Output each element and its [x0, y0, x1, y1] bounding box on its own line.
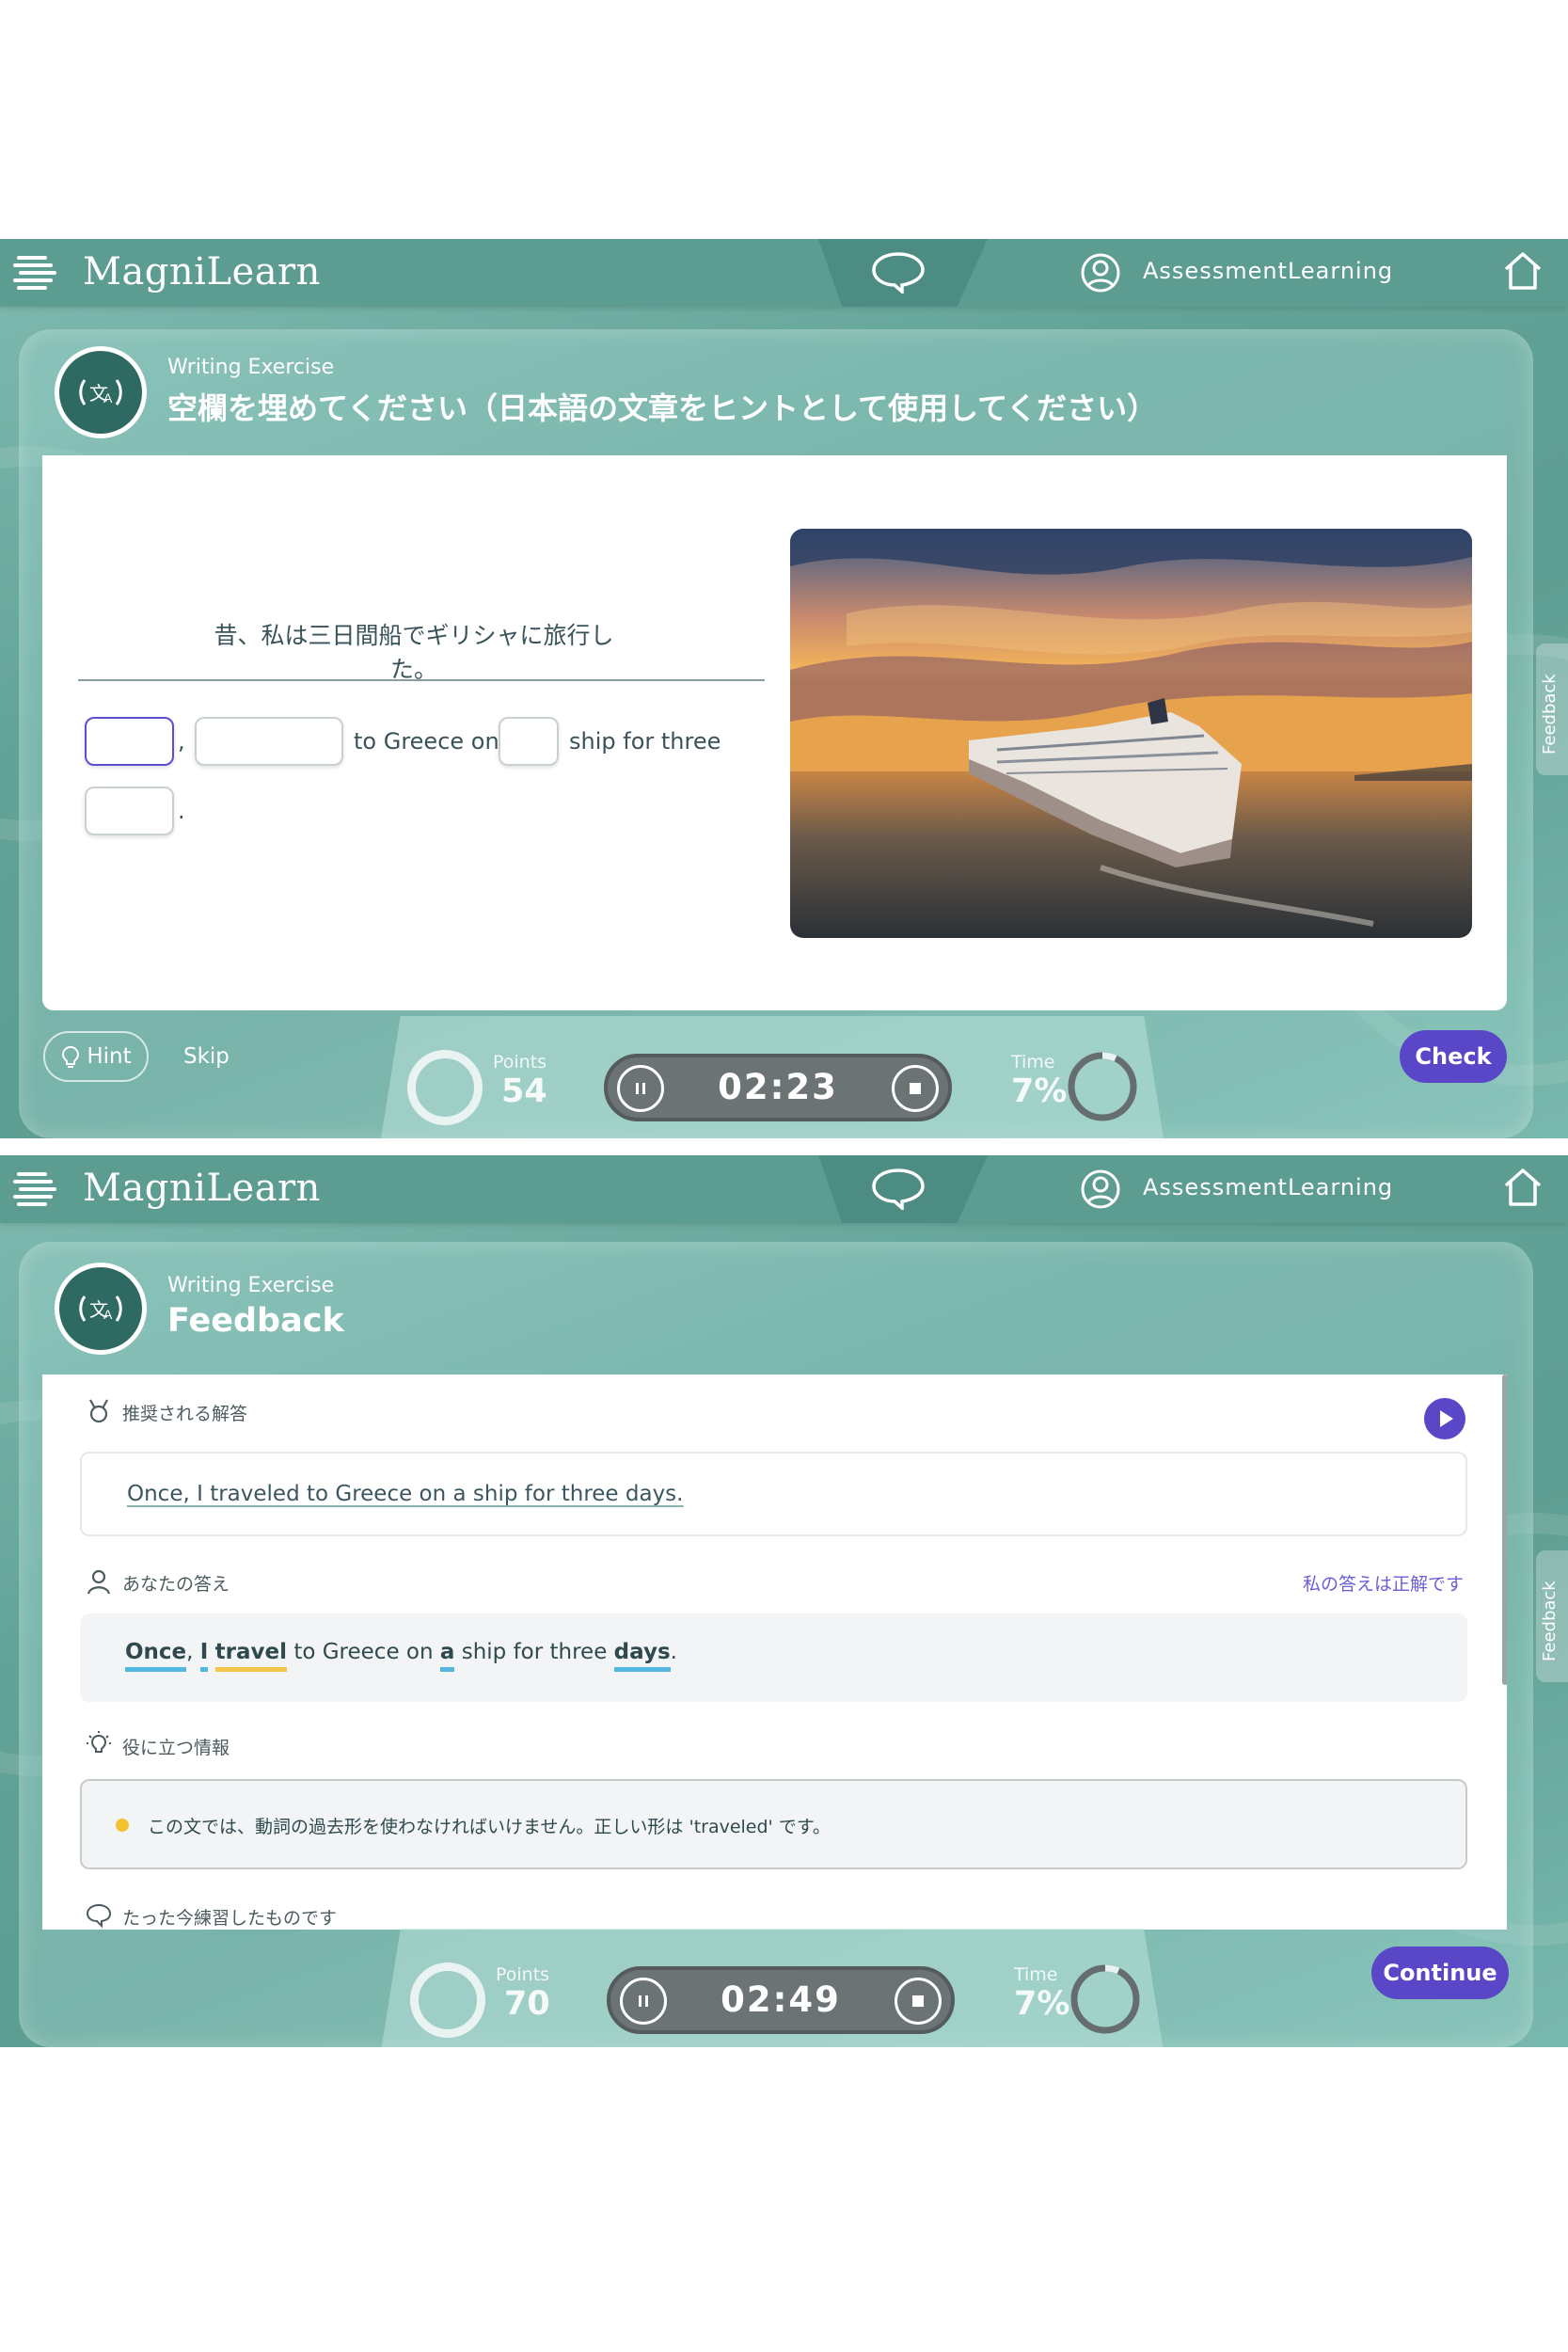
stop-icon — [912, 1995, 924, 2007]
divider — [78, 679, 765, 681]
points-value: 54 — [501, 1073, 547, 1110]
useful-info-box: この文では、動詞の過去形を使わなければいけません。正しい形は 'traveled… — [80, 1779, 1467, 1869]
just-practiced-label: たった今練習したものです — [122, 1908, 338, 1929]
your-answer-label: あなたの答え — [122, 1574, 230, 1595]
useful-info-label: 役に立つ情報 — [122, 1738, 230, 1758]
sentence-fragment-ship-for-three: ship for three — [569, 728, 721, 755]
info-bullet — [116, 1819, 129, 1832]
stop-icon — [910, 1083, 921, 1094]
exercise-card: 昔、私は三日間船でギリシャに旅行した。 , to Greece on ship … — [42, 455, 1507, 1010]
feedback-title: Feedback — [167, 1302, 344, 1340]
token-to-greece-on: to Greece on — [287, 1640, 440, 1664]
lightbulb-icon — [87, 1731, 111, 1753]
time-value: 7% — [1011, 1073, 1068, 1110]
time-progress-ring — [1070, 1964, 1140, 2034]
token-i[interactable]: I — [199, 1640, 209, 1672]
token-ship-for-three: ship for three — [454, 1640, 614, 1664]
feedback-tab[interactable]: Feedback — [1536, 644, 1568, 775]
feedback-tab-label: Feedback — [1540, 1581, 1560, 1661]
time-label: Time — [1011, 1052, 1055, 1073]
japanese-hint-sentence: 昔、私は三日間船でギリシャに旅行した。 — [214, 622, 614, 683]
points-label: Points — [496, 1964, 550, 1985]
exercise-screen: MagniLearn AssessmentLearning 文 A Writin… — [0, 239, 1568, 1138]
blank-input-1[interactable] — [85, 717, 174, 766]
token-comma: , — [186, 1640, 194, 1664]
blank-input-3[interactable] — [499, 717, 559, 766]
points-ring — [410, 1963, 485, 2038]
sentence-fragment-to-greece-on: to Greece on — [354, 728, 499, 755]
exercise-instructions: 空欄を埋めてください（日本語の文章をヒントとして使用してください） — [167, 390, 1158, 426]
timer-control: 02:23 — [604, 1054, 952, 1121]
token-period: . — [670, 1640, 677, 1664]
translate-icon: 文 A — [79, 1295, 122, 1322]
svg-text:A: A — [103, 1307, 113, 1322]
user-icon[interactable] — [1080, 252, 1121, 294]
blank-input-2[interactable] — [195, 717, 343, 766]
time-label: Time — [1014, 1964, 1058, 1985]
feedback-tab-label: Feedback — [1540, 674, 1560, 755]
your-answer-box: Once, I travel to Greece on a ship for t… — [80, 1613, 1467, 1702]
continue-button[interactable]: Continue — [1371, 1947, 1509, 1999]
lightbulb-icon — [62, 1045, 80, 1068]
useful-info-text: この文では、動詞の過去形を使わなければいけません。正しい形は 'traveled… — [148, 1817, 831, 1837]
time-progress-ring — [1068, 1052, 1137, 1121]
my-answer-correct-link[interactable]: 私の答えは正解です — [1303, 1570, 1464, 1596]
check-button[interactable]: Check — [1400, 1030, 1507, 1083]
blank-input-4[interactable] — [85, 787, 174, 835]
brand-name[interactable]: MagniLearn — [83, 1167, 321, 1210]
top-bar: MagniLearn AssessmentLearning — [0, 1155, 1568, 1223]
logo-icon — [13, 1172, 56, 1206]
feedback-screen: MagniLearn AssessmentLearning 文 A Writin… — [0, 1155, 1568, 2047]
hint-label: Hint — [87, 1044, 132, 1069]
translate-icon-badge: 文 A — [55, 346, 147, 438]
logo-icon — [13, 256, 56, 290]
feedback-card: 推奨される解答 Once, I traveled to Greece on a … — [42, 1375, 1507, 1930]
time-value: 7% — [1014, 1985, 1070, 2023]
recommended-answer-label: 推奨される解答 — [122, 1404, 248, 1424]
svg-text:A: A — [103, 390, 113, 405]
your-answer-text: Once, I travel to Greece on a ship for t… — [125, 1640, 677, 1672]
token-a[interactable]: a — [439, 1640, 455, 1672]
top-bar: MagniLearn AssessmentLearning — [0, 239, 1568, 307]
user-name[interactable]: AssessmentLearning — [1143, 1174, 1393, 1200]
scrollbar[interactable] — [1502, 1375, 1507, 1685]
play-icon[interactable] — [1423, 1397, 1466, 1440]
skip-button[interactable]: Skip — [183, 1044, 230, 1069]
cruise-ship-photo — [790, 529, 1472, 938]
hint-button[interactable]: Hint — [43, 1031, 149, 1082]
medal-icon — [89, 1399, 108, 1423]
brand-name[interactable]: MagniLearn — [83, 250, 321, 294]
points-value: 70 — [504, 1985, 550, 2023]
user-icon[interactable] — [1080, 1168, 1121, 1210]
sentence-comma: , — [178, 728, 185, 755]
exercise-type: Writing Exercise — [167, 1274, 335, 1297]
token-travel[interactable]: travel — [214, 1640, 288, 1672]
home-icon[interactable] — [1500, 1165, 1545, 1210]
speech-bubble-icon — [86, 1903, 112, 1929]
stop-button[interactable] — [895, 1978, 942, 2025]
token-days[interactable]: days — [613, 1640, 671, 1672]
feedback-tab[interactable]: Feedback — [1536, 1550, 1568, 1682]
recommended-answer-box: Once, I traveled to Greece on a ship for… — [80, 1452, 1467, 1536]
chat-bubble-icon[interactable] — [870, 250, 927, 294]
points-ring — [407, 1050, 483, 1125]
points-label: Points — [493, 1052, 547, 1073]
exercise-type: Writing Exercise — [167, 356, 335, 379]
home-icon[interactable] — [1500, 248, 1545, 294]
person-icon — [87, 1569, 111, 1595]
token-once[interactable]: Once — [125, 1640, 187, 1672]
sentence-period: . — [178, 798, 185, 824]
chat-bubble-icon[interactable] — [870, 1167, 927, 1210]
stop-button[interactable] — [892, 1065, 939, 1112]
timer-control: 02:49 — [607, 1966, 955, 2034]
translate-icon: 文 A — [79, 379, 122, 405]
recommended-answer-text: Once, I traveled to Greece on a ship for… — [127, 1482, 684, 1506]
translate-icon-badge: 文 A — [55, 1263, 147, 1355]
user-name[interactable]: AssessmentLearning — [1143, 258, 1393, 284]
